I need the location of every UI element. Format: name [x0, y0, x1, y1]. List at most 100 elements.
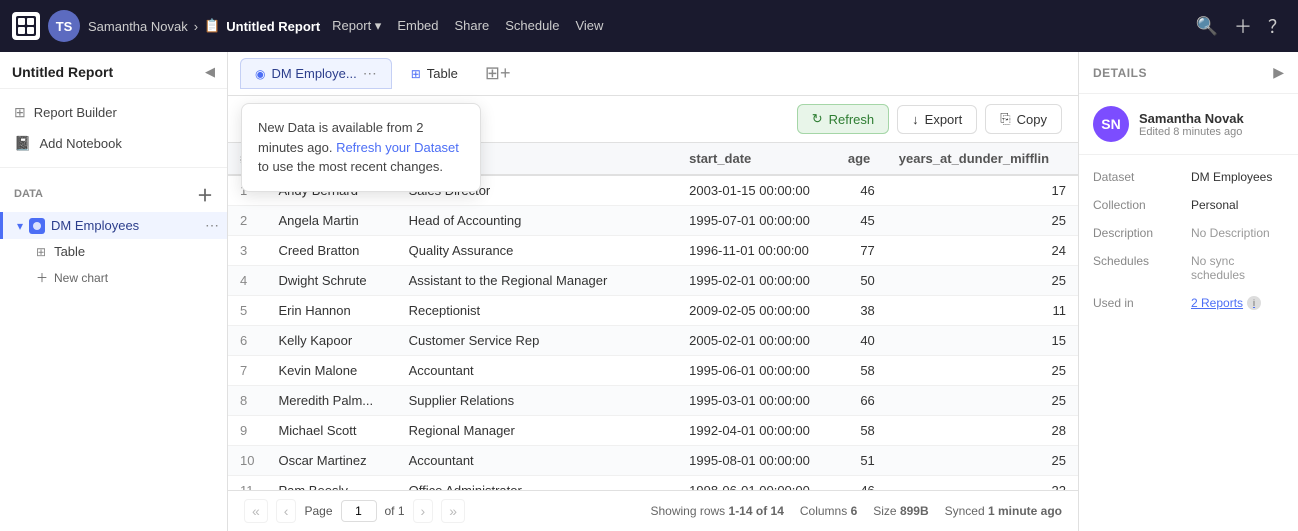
table-row: 8 Meredith Palm... Supplier Relations 19…: [228, 386, 1078, 416]
menu-view[interactable]: View: [575, 18, 603, 34]
sidebar-data-section: DATA ＋ ▾ DM Employees ⋯ ⊞ Table ＋ New ch…: [0, 168, 227, 299]
tab-table[interactable]: ⊞ Table: [396, 59, 473, 88]
table-row: 9 Michael Scott Regional Manager 1992-04…: [228, 416, 1078, 446]
tab-add-button[interactable]: ⊞+: [477, 59, 519, 88]
details-user-name: Samantha Novak: [1139, 111, 1244, 126]
tooltip-refresh-link[interactable]: Refresh your Dataset: [336, 140, 459, 155]
showing-rows-label: Showing rows 1-14 of 14: [650, 504, 783, 518]
cell-start-date: 1995-07-01 00:00:00: [677, 206, 836, 236]
report-builder-icon: ⊞: [14, 104, 26, 121]
data-table-container[interactable]: # name job_title start_date age years_at…: [228, 143, 1078, 490]
cell-name: Dwight Schrute: [266, 266, 396, 296]
sidebar-title: Untitled Report: [12, 64, 113, 80]
table-label: Table: [54, 244, 85, 259]
page-next-button[interactable]: ›: [413, 499, 434, 523]
menu-schedule[interactable]: Schedule: [505, 18, 559, 34]
sidebar-add-chart[interactable]: ＋ New chart: [0, 264, 227, 291]
sidebar-dataset-dm-employees[interactable]: ▾ DM Employees ⋯: [0, 212, 227, 239]
cell-num: 10: [228, 446, 266, 476]
details-title: DETAILS: [1093, 66, 1147, 80]
cell-years: 25: [887, 386, 1078, 416]
user-avatar[interactable]: TS: [48, 10, 80, 42]
copy-button[interactable]: ⎘ Copy: [985, 104, 1062, 134]
sidebar-item-add-notebook[interactable]: 📓 Add Notebook: [0, 128, 227, 159]
help-icon[interactable]: ？: [1268, 13, 1286, 39]
table-row: 5 Erin Hannon Receptionist 2009-02-05 00…: [228, 296, 1078, 326]
menu-report[interactable]: Report ▾: [332, 18, 381, 34]
detail-row-used-in: Used in 2 Reports i: [1079, 289, 1298, 317]
tab-name-label: DM Employe...: [271, 66, 356, 81]
cell-age: 77: [836, 236, 887, 266]
used-in-value[interactable]: 2 Reports i: [1191, 296, 1284, 310]
tab-table-icon: ⊞: [411, 67, 421, 81]
sidebar-table-item[interactable]: ⊞ Table: [0, 239, 227, 264]
sidebar: Untitled Report ◀ ⊞ Report Builder 📓 Add…: [0, 52, 228, 531]
dataset-label: Dataset: [1093, 170, 1183, 184]
menu-embed[interactable]: Embed: [397, 18, 438, 34]
sidebar-collapse-icon[interactable]: ◀: [205, 64, 215, 80]
cell-years: 15: [887, 326, 1078, 356]
page-first-button[interactable]: «: [244, 499, 268, 523]
page-label: Page: [304, 504, 332, 518]
cell-job-title: Head of Accounting: [397, 206, 678, 236]
cell-job-title: Office Administrator: [397, 476, 678, 491]
data-section-label: DATA: [14, 188, 43, 200]
add-notebook-icon: 📓: [14, 135, 31, 152]
description-label: Description: [1093, 226, 1183, 240]
col-header-age[interactable]: age: [836, 143, 887, 175]
cell-years: 24: [887, 236, 1078, 266]
cell-num: 3: [228, 236, 266, 266]
page-input[interactable]: [341, 500, 377, 522]
schedules-value: No sync schedules: [1191, 254, 1284, 282]
cell-age: 58: [836, 416, 887, 446]
details-collapse-icon[interactable]: ▶: [1273, 64, 1284, 81]
cell-age: 40: [836, 326, 887, 356]
dataset-more-icon[interactable]: ⋯: [205, 217, 219, 234]
tab-dataset-icon: ◉: [255, 67, 265, 81]
tab-dm-employees[interactable]: ◉ DM Employe... ⋯ New Data is available …: [240, 58, 392, 89]
search-icon[interactable]: 🔍: [1196, 16, 1218, 37]
cell-age: 46: [836, 175, 887, 206]
cell-age: 38: [836, 296, 887, 326]
cell-start-date: 2003-01-15 00:00:00: [677, 175, 836, 206]
tab-options-icon[interactable]: ⋯: [363, 65, 377, 82]
breadcrumb-user: Samantha Novak: [88, 19, 188, 34]
sidebar-item-report-builder[interactable]: ⊞ Report Builder: [0, 97, 227, 128]
table-row: 3 Creed Bratton Quality Assurance 1996-1…: [228, 236, 1078, 266]
details-user-avatar: SN: [1093, 106, 1129, 142]
cell-years: 25: [887, 206, 1078, 236]
copy-icon: ⎘: [1000, 111, 1010, 127]
cell-age: 45: [836, 206, 887, 236]
cell-name: Angela Martin: [266, 206, 396, 236]
sidebar-section-data-header: DATA ＋: [0, 176, 227, 212]
cell-start-date: 1995-03-01 00:00:00: [677, 386, 836, 416]
details-user-edited: Edited 8 minutes ago: [1139, 126, 1244, 138]
cell-job-title: Assistant to the Regional Manager: [397, 266, 678, 296]
cell-name: Pam Beesly: [266, 476, 396, 491]
cell-years: 25: [887, 266, 1078, 296]
info-icon[interactable]: i: [1247, 296, 1261, 310]
page-prev-button[interactable]: ‹: [276, 499, 297, 523]
add-icon[interactable]: ＋: [1234, 13, 1252, 39]
cell-num: 7: [228, 356, 266, 386]
expand-icon: ▾: [17, 219, 23, 233]
refresh-button[interactable]: ↻ Refresh: [797, 104, 889, 134]
menu-share[interactable]: Share: [455, 18, 490, 34]
cell-start-date: 1998-06-01 00:00:00: [677, 476, 836, 491]
app-logo[interactable]: [12, 12, 40, 40]
page-last-button[interactable]: »: [441, 499, 465, 523]
add-data-button[interactable]: ＋: [197, 182, 213, 206]
dataset-value: DM Employees: [1191, 170, 1284, 184]
used-in-label: Used in: [1093, 296, 1183, 310]
cell-start-date: 2005-02-01 00:00:00: [677, 326, 836, 356]
cell-years: 11: [887, 296, 1078, 326]
schedules-label: Schedules: [1093, 254, 1183, 282]
export-button[interactable]: ↓ Export: [897, 105, 977, 134]
collection-value: Personal: [1191, 198, 1284, 212]
col-header-years[interactable]: years_at_dunder_mifflin: [887, 143, 1078, 175]
col-header-start-date[interactable]: start_date: [677, 143, 836, 175]
table-row: 7 Kevin Malone Accountant 1995-06-01 00:…: [228, 356, 1078, 386]
pagination: « ‹ Page of 1 › » Showing rows 1-14 of 1…: [228, 490, 1078, 531]
cell-job-title: Supplier Relations: [397, 386, 678, 416]
table-row: 11 Pam Beesly Office Administrator 1998-…: [228, 476, 1078, 491]
